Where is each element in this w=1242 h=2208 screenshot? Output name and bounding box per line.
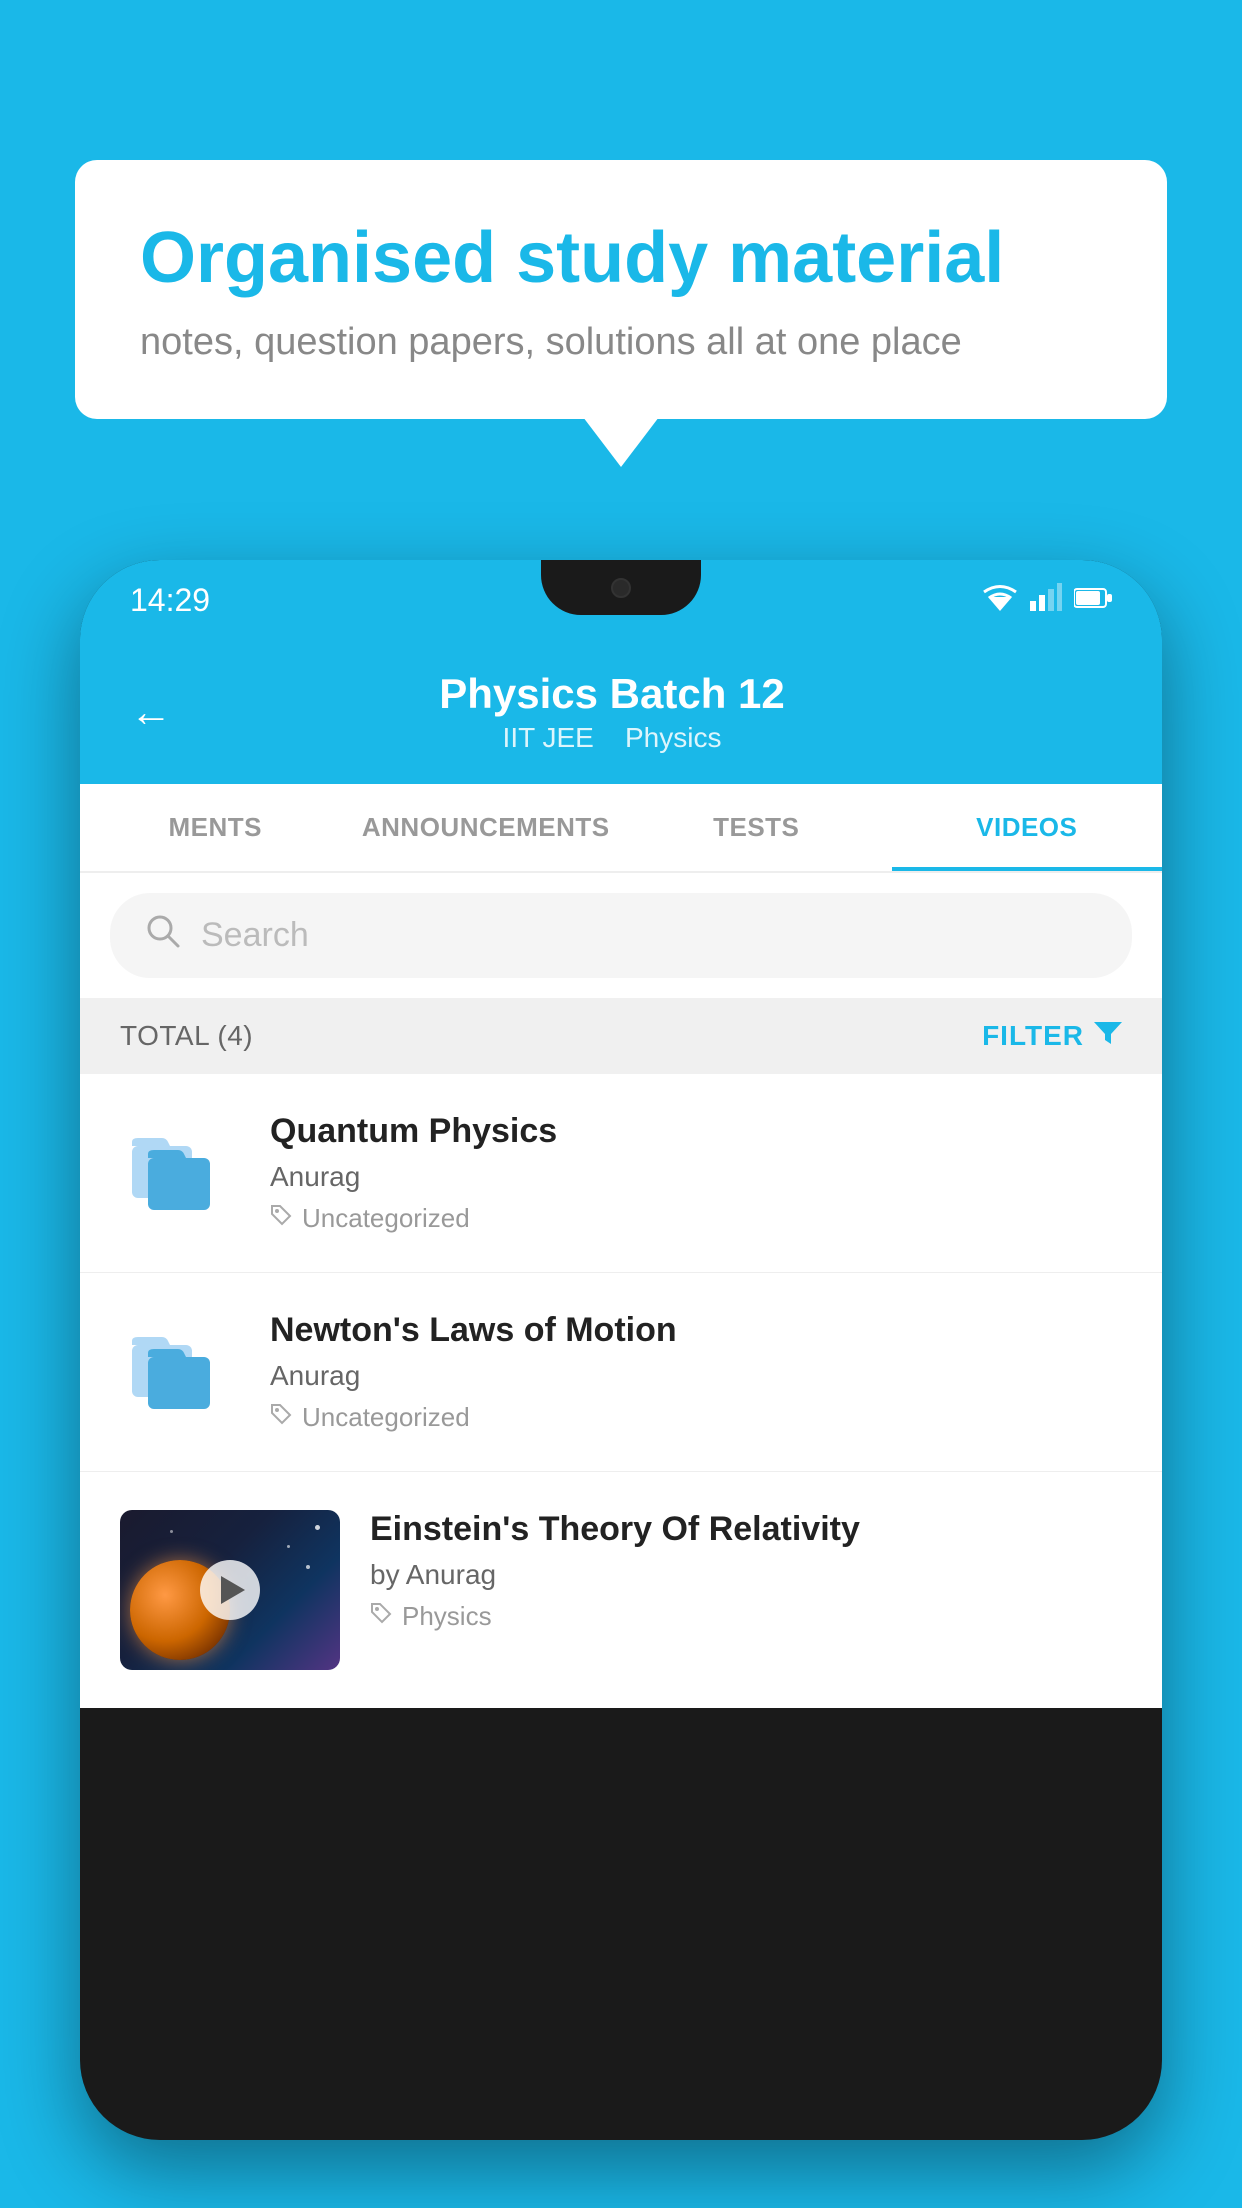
tag-icon xyxy=(270,1403,292,1432)
status-time: 14:29 xyxy=(130,582,210,619)
video-author: Anurag xyxy=(270,1360,1122,1392)
battery-icon xyxy=(1074,584,1112,616)
header-title-block: Physics Batch 12 IIT JEE Physics xyxy=(202,670,1022,754)
play-button[interactable] xyxy=(200,1560,260,1620)
speech-bubble: Organised study material notes, question… xyxy=(75,160,1167,419)
status-bar: 14:29 xyxy=(80,560,1162,640)
video-list: Quantum Physics Anurag Uncategorized xyxy=(80,1074,1162,1708)
search-container: Search xyxy=(80,873,1162,998)
video-title: Newton's Laws of Motion xyxy=(270,1311,1122,1350)
tabs-bar: MENTS ANNOUNCEMENTS TESTS VIDEOS xyxy=(80,784,1162,873)
video-info: Einstein's Theory Of Relativity by Anura… xyxy=(370,1510,1122,1632)
video-thumbnail xyxy=(120,1112,240,1232)
status-icons xyxy=(982,583,1112,618)
list-item[interactable]: Einstein's Theory Of Relativity by Anura… xyxy=(80,1472,1162,1708)
search-bar[interactable]: Search xyxy=(110,893,1132,978)
filter-bar: TOTAL (4) FILTER xyxy=(80,998,1162,1074)
total-count-label: TOTAL (4) xyxy=(120,1020,253,1052)
back-button[interactable]: ← xyxy=(130,688,172,736)
video-info: Quantum Physics Anurag Uncategorized xyxy=(270,1112,1122,1234)
page-title: Physics Batch 12 xyxy=(202,670,1022,718)
tag-icon xyxy=(370,1602,392,1631)
phone-mockup: 14:29 xyxy=(80,560,1162,2140)
signal-icon xyxy=(1030,583,1062,618)
camera-dot xyxy=(611,578,631,598)
speech-bubble-subtitle: notes, question papers, solutions all at… xyxy=(140,321,1102,364)
tab-ments[interactable]: MENTS xyxy=(80,784,351,871)
video-author: by Anurag xyxy=(370,1559,1122,1591)
speech-bubble-wrapper: Organised study material notes, question… xyxy=(75,160,1167,419)
video-info: Newton's Laws of Motion Anurag Uncategor… xyxy=(270,1311,1122,1433)
tag-icon xyxy=(270,1204,292,1233)
video-tag: Physics xyxy=(370,1601,1122,1632)
filter-icon xyxy=(1094,1018,1122,1054)
filter-button[interactable]: FILTER xyxy=(982,1018,1122,1054)
wifi-icon xyxy=(982,583,1018,618)
speech-bubble-title: Organised study material xyxy=(140,215,1102,301)
app-header: ← Physics Batch 12 IIT JEE Physics xyxy=(80,640,1162,784)
phone-wrapper: 14:29 xyxy=(80,560,1162,2208)
video-title: Quantum Physics xyxy=(270,1112,1122,1151)
phone-screen: 14:29 xyxy=(80,560,1162,2140)
search-input[interactable]: Search xyxy=(201,916,309,955)
video-tag: Uncategorized xyxy=(270,1203,1122,1234)
tab-videos[interactable]: VIDEOS xyxy=(892,784,1163,871)
video-thumbnail-image xyxy=(120,1510,340,1670)
video-thumbnail xyxy=(120,1311,240,1431)
video-title: Einstein's Theory Of Relativity xyxy=(370,1510,1122,1549)
phone-notch xyxy=(541,560,701,615)
play-triangle-icon xyxy=(221,1576,245,1604)
list-item[interactable]: Quantum Physics Anurag Uncategorized xyxy=(80,1074,1162,1273)
header-subtitle: IIT JEE Physics xyxy=(202,722,1022,754)
tab-tests[interactable]: TESTS xyxy=(621,784,892,871)
list-item[interactable]: Newton's Laws of Motion Anurag Uncategor… xyxy=(80,1273,1162,1472)
search-icon xyxy=(145,913,181,958)
video-tag: Uncategorized xyxy=(270,1402,1122,1433)
tab-announcements[interactable]: ANNOUNCEMENTS xyxy=(351,784,622,871)
video-author: Anurag xyxy=(270,1161,1122,1193)
